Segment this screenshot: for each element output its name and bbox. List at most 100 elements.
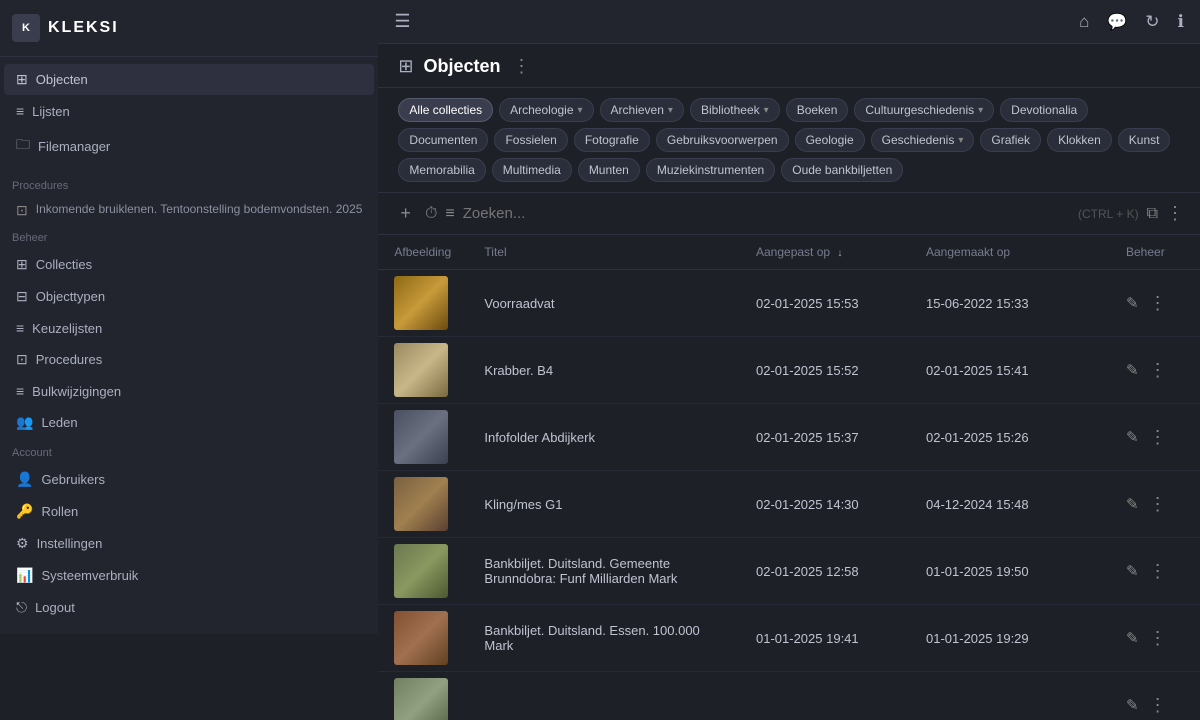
page-menu-icon[interactable]: ⋮ <box>513 56 531 77</box>
home-icon[interactable]: ⌂ <box>1079 12 1089 32</box>
filter-chip-boeken[interactable]: Boeken <box>786 98 849 122</box>
row-more-button[interactable]: ⋮ <box>1149 561 1167 582</box>
filter-chip-documenten[interactable]: Documenten <box>398 128 488 152</box>
filter-icon[interactable]: ≡ <box>445 205 454 223</box>
sidebar-item-systeemverbruik[interactable]: 📊 Systeemverbruik <box>4 560 374 591</box>
more-options-icon[interactable]: ⋮ <box>1166 203 1184 224</box>
sort-icon: ↓ <box>837 248 842 259</box>
cell-title: Voorraadvat <box>468 270 740 337</box>
filter-label: Boeken <box>797 103 838 117</box>
page-title-icon: ⊞ <box>398 56 413 77</box>
sidebar-item-label: Systeemverbruik <box>41 568 138 583</box>
filter-label: Fossielen <box>505 133 556 147</box>
object-thumbnail <box>394 343 448 397</box>
filter-chip-multimedia[interactable]: Multimedia <box>492 158 572 182</box>
filter-chip-munten[interactable]: Munten <box>578 158 640 182</box>
sidebar-item-gebruikers[interactable]: 👤 Gebruikers <box>4 464 374 495</box>
row-more-button[interactable]: ⋮ <box>1149 360 1167 381</box>
filter-chip-oude-bankbiljetten[interactable]: Oude bankbiljetten <box>781 158 903 182</box>
cell-modified: 02-01-2025 15:53 <box>740 270 910 337</box>
procedures-icon: ⊡ <box>16 351 28 368</box>
sidebar-item-instellingen[interactable]: ⚙ Instellingen <box>4 528 374 559</box>
edit-button[interactable]: ✎ <box>1126 428 1139 446</box>
sidebar-item-bulkwijzigingen[interactable]: ≡ Bulkwijzigingen <box>4 376 374 406</box>
filter-chip-kunst[interactable]: Kunst <box>1118 128 1171 152</box>
filter-label: Muziekinstrumenten <box>657 163 764 177</box>
sidebar-item-label: Filemanager <box>38 139 110 154</box>
edit-button[interactable]: ✎ <box>1126 294 1139 312</box>
sidebar-item-label: Procedures <box>36 352 102 367</box>
procedures-section-header: Procedures <box>0 172 378 196</box>
menu-icon[interactable]: ☰ <box>394 11 410 31</box>
filter-label: Oude bankbiljetten <box>792 163 892 177</box>
sidebar-item-objecten[interactable]: ⊞ Objecten <box>4 64 374 95</box>
row-more-button[interactable]: ⋮ <box>1149 695 1167 716</box>
filter-label: Grafiek <box>991 133 1030 147</box>
sidebar-item-label: Leden <box>41 415 77 430</box>
sidebar-item-lijsten[interactable]: ≡ Lijsten <box>4 96 374 126</box>
cell-manage: ✎ ⋮ <box>1110 605 1200 672</box>
col-header-titel: Titel <box>468 235 740 270</box>
filter-chip-cultuurgeschiedenis[interactable]: Cultuurgeschiedenis ▾ <box>854 98 994 122</box>
logout-icon: ⎋ <box>16 599 27 616</box>
col-header-aangepast[interactable]: Aangepast op ↓ <box>740 235 910 270</box>
filter-chip-fotografie[interactable]: Fotografie <box>574 128 650 152</box>
copy-icon[interactable]: ⧉ <box>1147 205 1158 223</box>
row-more-button[interactable]: ⋮ <box>1149 494 1167 515</box>
filter-chip-archieven[interactable]: Archieven ▾ <box>600 98 684 122</box>
row-more-button[interactable]: ⋮ <box>1149 628 1167 649</box>
filter-chip-gebruiksvoorwerpen[interactable]: Gebruiksvoorwerpen <box>656 128 789 152</box>
filter-chip-klokken[interactable]: Klokken <box>1047 128 1112 152</box>
keuzelijsten-icon: ≡ <box>16 320 24 336</box>
sidebar-item-label: Lijsten <box>32 104 70 119</box>
sidebar-item-keuzelijsten[interactable]: ≡ Keuzelijsten <box>4 313 374 343</box>
filter-chip-muziekinstrumenten[interactable]: Muziekinstrumenten <box>646 158 775 182</box>
filter-label: Munten <box>589 163 629 177</box>
sidebar-item-logout[interactable]: ⎋ Logout <box>4 592 374 623</box>
filter-label: Multimedia <box>503 163 561 177</box>
filter-chip-grafiek[interactable]: Grafiek <box>980 128 1041 152</box>
object-thumbnail <box>394 544 448 598</box>
sidebar-item-collecties[interactable]: ⊞ Collecties <box>4 249 374 280</box>
info-icon[interactable]: ℹ <box>1178 12 1184 32</box>
table-wrap: Afbeelding Titel Aangepast op ↓ Aangemaa… <box>378 235 1200 720</box>
sidebar-item-rollen[interactable]: 🔑 Rollen <box>4 496 374 527</box>
chevron-down-icon: ▾ <box>978 105 983 116</box>
cell-manage: ✎ ⋮ <box>1110 337 1200 404</box>
cell-title: Infofolder Abdijkerk <box>468 404 740 471</box>
sidebar-logo[interactable]: K KLEKSI <box>0 0 378 57</box>
filter-chip-archeologie[interactable]: Archeologie ▾ <box>499 98 593 122</box>
row-more-button[interactable]: ⋮ <box>1149 293 1167 314</box>
chevron-down-icon: ▾ <box>764 105 769 116</box>
cell-created: 04-12-2024 15:48 <box>910 471 1110 538</box>
refresh-icon[interactable]: ↻ <box>1145 12 1159 32</box>
edit-button[interactable]: ✎ <box>1126 629 1139 647</box>
filter-chip-fossielen[interactable]: Fossielen <box>494 128 567 152</box>
filter-chip-devotionalia[interactable]: Devotionalia <box>1000 98 1088 122</box>
cell-manage: ✎ ⋮ <box>1110 672 1200 720</box>
chat-icon[interactable]: 💬 <box>1107 12 1127 32</box>
filter-chip-geschiedenis[interactable]: Geschiedenis ▾ <box>871 128 975 152</box>
edit-button[interactable]: ✎ <box>1126 562 1139 580</box>
filter-chip-alle[interactable]: Alle collecties <box>398 98 493 122</box>
filter-chip-bibliotheek[interactable]: Bibliotheek ▾ <box>690 98 780 122</box>
cell-image <box>378 270 468 337</box>
edit-button[interactable]: ✎ <box>1126 495 1139 513</box>
object-thumbnail <box>394 611 448 665</box>
row-more-button[interactable]: ⋮ <box>1149 427 1167 448</box>
sidebar-item-leden[interactable]: 👥 Leden <box>4 407 374 438</box>
add-button[interactable]: + <box>394 201 417 226</box>
sidebar-item-objecttypen[interactable]: ⊟ Objecttypen <box>4 281 374 312</box>
search-bar: + ⏱ ≡ (CTRL + K) ⧉ ⋮ <box>378 193 1200 235</box>
edit-button[interactable]: ✎ <box>1126 696 1139 714</box>
edit-button[interactable]: ✎ <box>1126 361 1139 379</box>
filter-chip-geologie[interactable]: Geologie <box>795 128 865 152</box>
history-icon[interactable]: ⏱ <box>425 205 437 223</box>
search-input[interactable] <box>463 205 1070 222</box>
sidebar-procedures-item[interactable]: ⊡ Inkomende bruiklenen. Tentoonstelling … <box>4 197 374 223</box>
cell-created: 01-01-2025 19:50 <box>910 538 1110 605</box>
filter-chip-memorabilia[interactable]: Memorabilia <box>398 158 485 182</box>
sidebar-item-procedures[interactable]: ⊡ Procedures <box>4 344 374 375</box>
cell-created: 15-06-2022 15:33 <box>910 270 1110 337</box>
sidebar-item-filemanager[interactable]: 🗀 Filemanager <box>4 127 374 165</box>
